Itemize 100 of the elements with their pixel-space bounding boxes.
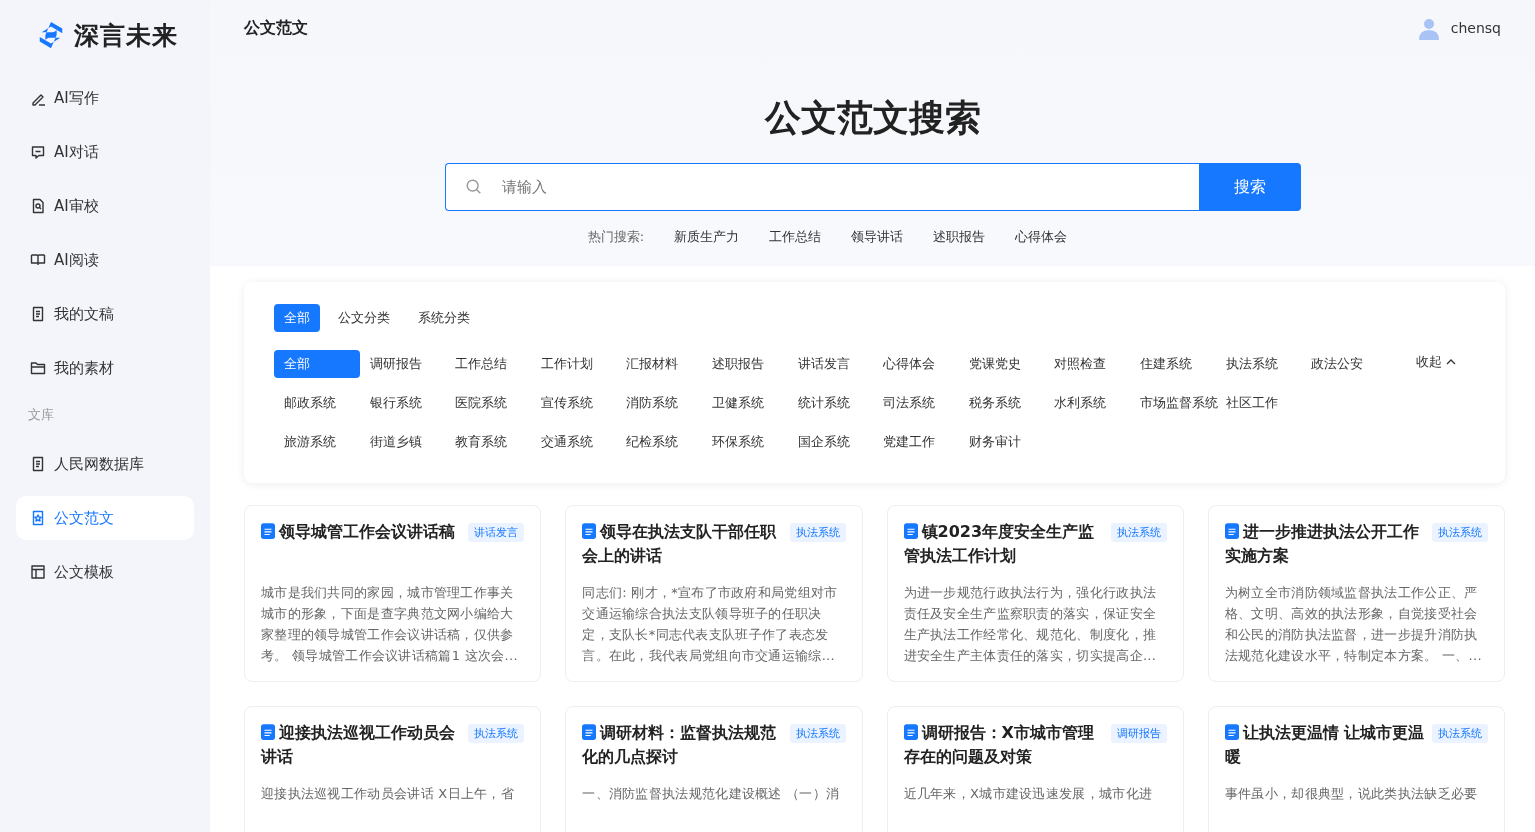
search-heading: 公文范文搜索 — [763, 96, 982, 140]
category-chip[interactable]: 税务系统 — [958, 389, 1045, 417]
category-chip[interactable]: 市场监督系统 — [1129, 389, 1216, 417]
category-chip[interactable]: 街道乡镇 — [359, 428, 446, 456]
article-title: 镇2023年度安全生产监管执法工作计划 — [903, 521, 1096, 567]
article-summary: 城市是我们共同的家园，城市管理工作事关城市的形象，下面是查字典范文网小编给大家整理的领导城管工作会议讲话稿，仅供参考。 领导城管工作会议讲话稿篇1 这次会... — [261, 584, 519, 665]
bookmark-icon — [30, 510, 46, 526]
hot-search-link[interactable]: 新质生产力 — [674, 228, 740, 246]
article-title: 迎接执法巡视工作动员会讲话 — [261, 722, 456, 768]
search-icon — [464, 178, 483, 196]
sidebar-item[interactable]: 我的文稿 — [16, 292, 194, 336]
article-card[interactable]: 领导城管工作会议讲话稿 讲话发言 城市是我们共同的家园，城市管理工作事关城市的形象，下面是查字典范文网小编给大家整理的领导城管工作会议讲话稿，仅供参考。 领导城管工作会议讲话稿篇1 这次会... — [244, 505, 542, 682]
sidebar-item[interactable]: AI阅读 — [16, 238, 194, 282]
category-chip[interactable]: 住建系统 — [1129, 350, 1216, 378]
article-summary: 为树立全市消防领域监督执法工作公正、严格、文明、高效的执法形象，自觉接受社会和公民的消防执法监督，进一步提升消防执法规范化建设水平，特制定本方案。 一、... — [1224, 584, 1483, 665]
category-chip[interactable]: 心得体会 — [873, 350, 959, 378]
category-chip[interactable]: 述职报告 — [701, 350, 788, 378]
category-chip[interactable]: 旅游系统 — [274, 428, 360, 456]
collapse-button[interactable]: 收起 — [1410, 352, 1463, 372]
category-chip[interactable]: 纪检系统 — [616, 428, 702, 456]
sidebar-item[interactable]: 我的素材 — [16, 346, 194, 390]
sidebar-item[interactable]: 公文范文 — [16, 496, 194, 540]
sidebar-item[interactable]: 公文模板 — [16, 550, 194, 594]
category-chip[interactable]: 消防系统 — [616, 389, 702, 417]
category-chip[interactable]: 银行系统 — [359, 389, 446, 417]
sidebar-item[interactable]: AI写作 — [16, 76, 194, 120]
category-chip[interactable]: 党课党史 — [958, 350, 1045, 378]
article-card[interactable]: 领导在执法支队干部任职会上的讲话 执法系统 同志们: 刚才，*宣布了市政府和局党组对市交通运输综合执法支队领导班子的任职决定，支队长*同志代表支队班子作了表态发言。在此，我代表局党组向市交通运输综... — [565, 505, 863, 682]
article-card[interactable]: 调研材料：监督执法规范化的几点探讨 执法系统 一、消防监督执法规范化建设概述 （一）消 — [565, 706, 863, 832]
filter-tab[interactable]: 全部 — [274, 304, 320, 332]
document-icon — [30, 456, 46, 472]
hot-search-label: 热门搜索: — [587, 228, 645, 246]
category-chip[interactable]: 教育系统 — [445, 428, 531, 456]
avatar-icon[interactable] — [1416, 16, 1441, 40]
article-card[interactable]: 镇2023年度安全生产监管执法工作计划 执法系统 为进一步规范行政执法行为，强化行政执法责任及安全生产监察职责的落实，保证安全生产执法工作经常化、规范化、制度化，推进安全生产主体责任的落实，切实提高企... — [886, 505, 1184, 682]
article-card[interactable]: 让执法更温情 让城市更温暖 执法系统 事件虽小，却很典型，说此类执法缺乏必要 — [1207, 706, 1505, 832]
category-chip[interactable]: 宣传系统 — [530, 389, 617, 417]
article-summary: 为进一步规范行政执法行为，强化行政执法责任及安全生产监察职责的落实，保证安全生产执法工作经常化、规范化、制度化，推进安全生产主体责任的落实，切实提高企... — [903, 584, 1158, 665]
category-chip[interactable]: 执法系统 — [1215, 350, 1302, 378]
category-chip[interactable]: 调研报告 — [359, 350, 446, 378]
sidebar-item[interactable]: AI审校 — [16, 184, 194, 228]
category-chip[interactable]: 医院系统 — [445, 389, 531, 417]
filter-tab[interactable]: 公文分类 — [328, 304, 400, 332]
section-label: 文库 — [27, 406, 55, 424]
category-tag: 调研报告 — [1110, 724, 1167, 743]
category-tag: 执法系统 — [468, 724, 525, 743]
category-chip[interactable]: 政法公安 — [1301, 350, 1387, 378]
article-summary: 一、消防监督执法规范化建设概述 （一）消 — [582, 785, 841, 803]
hot-search-link[interactable]: 领导讲话 — [851, 228, 904, 246]
category-chip[interactable]: 讲话发言 — [787, 350, 874, 378]
layout-icon — [30, 564, 46, 580]
article-title: 领导在执法支队干部任职会上的讲话 — [582, 521, 778, 567]
category-chip[interactable]: 司法系统 — [873, 389, 959, 417]
document-icon — [261, 724, 275, 740]
category-chip[interactable]: 汇报材料 — [616, 350, 702, 378]
article-summary: 事件虽小，却很典型，说此类执法缺乏必要 — [1224, 785, 1479, 803]
category-tag: 执法系统 — [1110, 523, 1167, 542]
article-summary: 同志们: 刚才，*宣布了市政府和局党组对市交通运输综合执法支队领导班子的任职决定，支队长*同志代表支队班子作了表态发言。在此，我代表局党组向市交通运输综... — [582, 584, 839, 665]
article-card[interactable]: 迎接执法巡视工作动员会讲话 执法系统 迎接执法巡视工作动员会讲话 X日上午，省 — [244, 706, 542, 832]
category-tag: 讲话发言 — [468, 523, 525, 542]
hot-search-link[interactable]: 述职报告 — [933, 228, 986, 246]
category-chip[interactable]: 工作计划 — [530, 350, 617, 378]
document-search-icon — [30, 198, 46, 214]
category-chip[interactable]: 交通系统 — [530, 428, 617, 456]
document-icon — [261, 523, 275, 539]
category-chip[interactable]: 全部 — [274, 350, 360, 378]
article-title: 调研材料：监督执法规范化的几点探讨 — [582, 722, 778, 768]
category-chip[interactable]: 党建工作 — [873, 428, 959, 456]
category-chip[interactable]: 财务审计 — [958, 428, 1045, 456]
category-chip[interactable]: 工作总结 — [445, 350, 531, 378]
category-chip[interactable]: 统计系统 — [787, 389, 874, 417]
category-chip[interactable]: 对照检查 — [1044, 350, 1130, 378]
article-title: 进一步推进执法公开工作实施方案 — [1224, 521, 1420, 567]
article-card[interactable]: 进一步推进执法公开工作实施方案 执法系统 为树立全市消防领域监督执法工作公正、严格、文明、高效的执法形象，自觉接受社会和公民的消防执法监督，进一步提升消防执法规范化建设水平，特制定本方案。 一、... — [1207, 505, 1505, 682]
brand-name: 深言未来 — [74, 19, 178, 52]
filter-tab[interactable]: 系统分类 — [408, 304, 480, 332]
document-icon — [903, 724, 918, 740]
category-chip[interactable]: 水利系统 — [1044, 389, 1130, 417]
document-icon — [1224, 724, 1239, 740]
search-button[interactable]: 搜索 — [1198, 163, 1301, 211]
category-tag: 执法系统 — [1432, 523, 1488, 542]
hot-search-link[interactable]: 心得体会 — [1015, 228, 1068, 246]
category-chip[interactable]: 国企系统 — [787, 428, 874, 456]
category-chip[interactable]: 环保系统 — [701, 428, 788, 456]
category-chip[interactable]: 邮政系统 — [274, 389, 360, 417]
chat-icon — [30, 144, 46, 160]
username[interactable]: chensq — [1450, 20, 1501, 36]
article-card[interactable]: 调研报告：X市城市管理存在的问题及对策 调研报告 近几年来，X城市建设迅速发展，城市化进 — [886, 706, 1184, 832]
search-field[interactable]: 请输入 — [444, 163, 1199, 211]
category-chip[interactable]: 卫健系统 — [701, 389, 788, 417]
sidebar-item[interactable]: AI对话 — [16, 130, 194, 174]
article-summary: 近几年来，X城市建设迅速发展，城市化进 — [903, 785, 1154, 803]
hot-search-link[interactable]: 工作总结 — [769, 228, 822, 246]
document-icon — [903, 523, 918, 539]
document-icon — [30, 306, 46, 322]
document-icon — [582, 523, 597, 539]
folder-icon — [30, 360, 46, 376]
sidebar-item[interactable]: 人民网数据库 — [16, 442, 194, 486]
article-title: 让执法更温情 让城市更温暖 — [1224, 722, 1426, 768]
document-icon — [582, 724, 597, 740]
